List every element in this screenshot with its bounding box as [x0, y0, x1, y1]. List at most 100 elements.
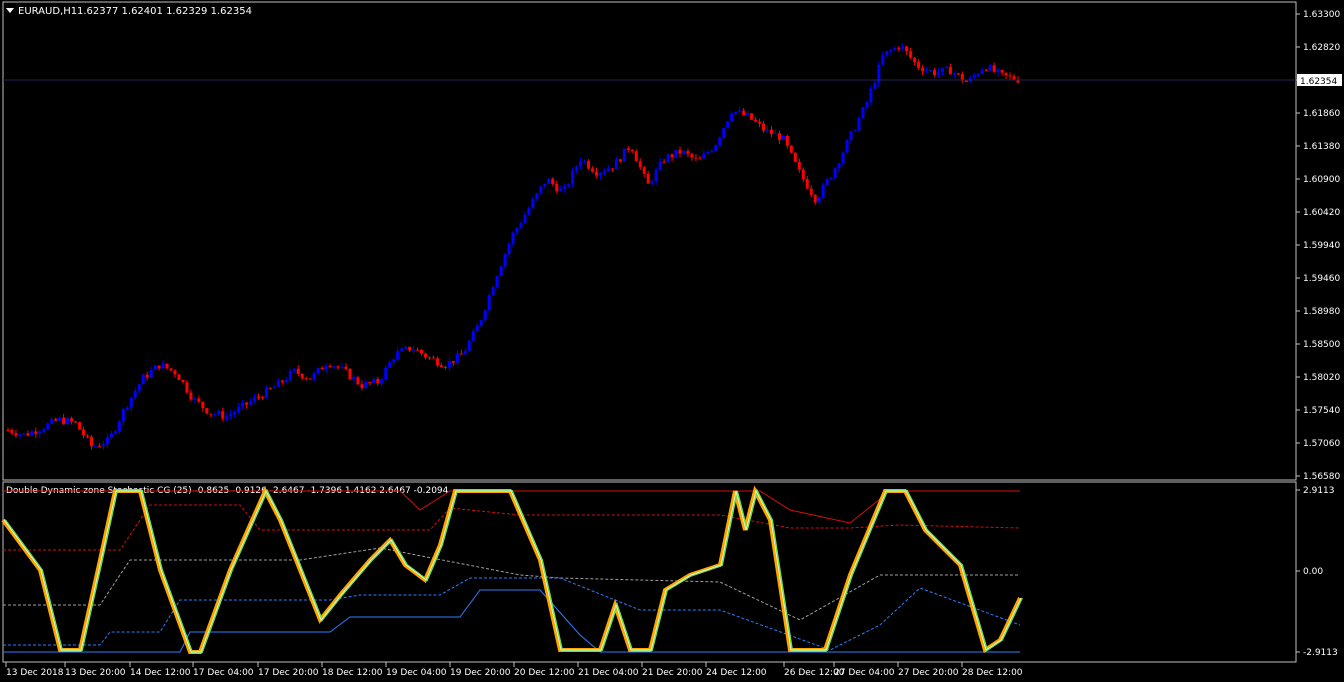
candle-body [929, 70, 933, 72]
candle-body [435, 358, 439, 366]
candle-body [42, 429, 46, 432]
candle-body [646, 173, 650, 184]
time-tick-label: 14 Dec 12:00 [130, 668, 191, 678]
candle-body [1004, 72, 1008, 76]
price-tick-label: 1.59460 [1303, 274, 1340, 284]
candle-body [86, 435, 90, 437]
candle-body [893, 47, 897, 51]
candle-body [579, 161, 583, 167]
candle-body [117, 421, 121, 432]
candle-body [304, 378, 308, 380]
time-tick-label: 19 Dec 20:00 [450, 668, 511, 678]
candle-body [690, 153, 694, 158]
candle-body [253, 397, 257, 402]
candle-body [567, 184, 571, 187]
candle-body [618, 159, 622, 162]
time-axis[interactable]: 13 Dec 2018 13 Dec 20:00 14 Dec 12:00 17 De… [5, 662, 1023, 678]
time-tick-label: 19 Dec 04:00 [386, 668, 447, 678]
candle-body [416, 349, 420, 351]
candle-body [463, 350, 467, 355]
candle-body [149, 370, 153, 378]
candle-body [722, 128, 726, 138]
indicator-panel[interactable] [2, 481, 1297, 663]
candle-body [205, 408, 209, 414]
candle-body [523, 214, 527, 224]
candle-body [233, 412, 237, 415]
price-tick-label: 1.63300 [1303, 10, 1340, 20]
candle-body [400, 348, 404, 352]
time-tick-label: 21 Dec 04:00 [578, 668, 639, 678]
candle-body [348, 368, 352, 380]
time-tick-label: 18 Dec 12:00 [322, 668, 383, 678]
candle-body [773, 133, 777, 135]
candle-body [439, 365, 443, 367]
candle-body [801, 169, 805, 180]
candle-body [587, 161, 591, 169]
candle-body [702, 153, 706, 159]
candle-body [746, 113, 750, 116]
candle-body [706, 152, 710, 154]
candle-body [197, 398, 201, 402]
candle-body [813, 194, 817, 203]
candle-body [853, 130, 857, 132]
candle-body [58, 417, 62, 421]
candle-body [6, 429, 10, 431]
candle-body [507, 244, 511, 255]
time-tick-label: 27 Dec 04:00 [834, 668, 895, 678]
candle-body [666, 154, 670, 162]
candle-body [849, 131, 853, 141]
price-tick-label: 1.59940 [1303, 241, 1340, 251]
candle-body [575, 166, 579, 171]
candle-body [491, 287, 495, 296]
candle-body [487, 295, 491, 311]
candle-body [245, 402, 249, 405]
candle-body [14, 433, 18, 436]
candle-body [475, 325, 479, 331]
candle-body [451, 360, 455, 363]
candle-body [408, 346, 412, 351]
candle-body [360, 384, 364, 388]
candle-body [78, 422, 82, 430]
main-chart-panel[interactable] [2, 1, 1297, 481]
candle-body [169, 368, 173, 371]
time-tick-label: 20 Dec 12:00 [514, 668, 575, 678]
candle-body [66, 418, 70, 425]
candle-body [781, 135, 785, 140]
candle-body [873, 82, 877, 89]
candle-body [384, 367, 388, 380]
candle-body [249, 401, 253, 405]
candle-body [276, 380, 280, 387]
candle-body [833, 168, 837, 179]
candle-body [984, 69, 988, 71]
time-tick-label: 24 Dec 12:00 [706, 668, 767, 678]
candle-body [324, 366, 328, 370]
candle-body [26, 433, 30, 436]
candle-body [185, 382, 189, 393]
chart-window[interactable]: EURAUD,H1 1.62377 1.62401 1.62329 1.6235… [0, 0, 1344, 682]
candle-body [547, 178, 551, 184]
candle-body [662, 161, 666, 163]
candle-body [93, 446, 97, 448]
candle-body [694, 157, 698, 159]
candle-body [280, 380, 284, 383]
candle-body [765, 129, 769, 131]
candle-body [630, 149, 634, 152]
candle-body [674, 149, 678, 158]
candle-body [777, 133, 781, 140]
candle-body [885, 51, 889, 56]
candle-body [606, 168, 610, 172]
candle-body [74, 421, 78, 423]
candle-body [1012, 76, 1016, 80]
candle-body [519, 223, 523, 228]
price-tick-label: 1.57540 [1303, 406, 1340, 416]
candle-body [30, 431, 34, 436]
candle-body [769, 129, 773, 135]
candle-body [229, 414, 233, 417]
candle-body [785, 135, 789, 146]
symbol-label: EURAUD,H1 [18, 6, 77, 17]
candle-body [18, 434, 22, 436]
candle-body [392, 359, 396, 363]
candle-body [610, 168, 614, 170]
candle-body [678, 149, 682, 154]
candle-body [340, 366, 344, 368]
